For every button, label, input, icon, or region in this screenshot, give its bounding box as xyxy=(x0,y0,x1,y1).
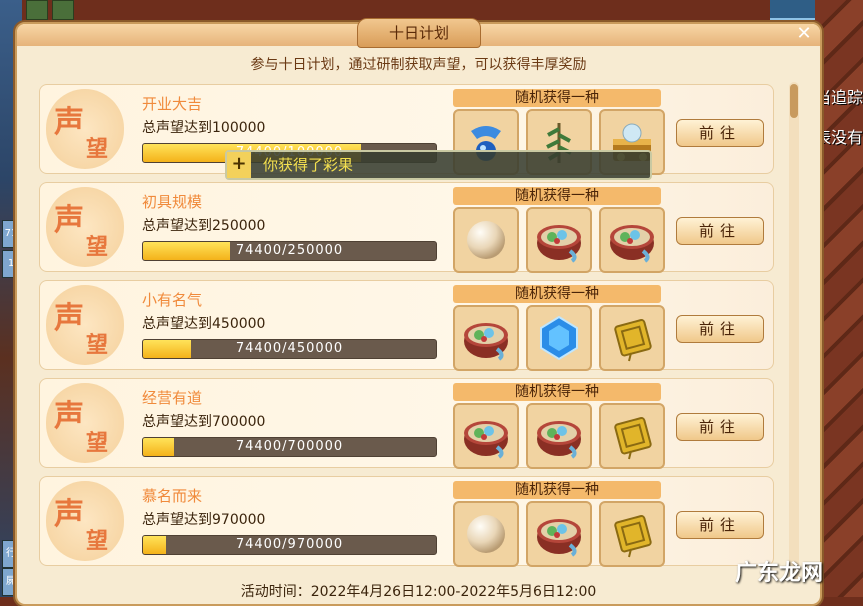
progress-bar: 74400/250000 xyxy=(142,241,437,261)
emblem-char: 声 xyxy=(54,399,84,434)
reputation-emblem: 声望 xyxy=(46,187,124,267)
go-button[interactable]: 前往 xyxy=(676,119,764,147)
reward-toast: + 你获得了彩果 xyxy=(225,150,652,180)
rewards-header: 随机获得一种 xyxy=(453,89,661,107)
reputation-emblem: 声望 xyxy=(46,481,124,561)
emblem-char: 望 xyxy=(86,430,109,456)
quest-tracker-text[interactable]: 当追踪 xyxy=(815,84,863,108)
reward-slot[interactable] xyxy=(453,207,519,273)
stage-name: 初具规模 xyxy=(142,193,203,211)
quest-tracker-text[interactable]: 表没有 xyxy=(815,124,863,148)
go-button[interactable]: 前往 xyxy=(676,315,764,343)
reputation-emblem: 声望 xyxy=(46,383,124,463)
gold-token-icon xyxy=(607,411,657,461)
reward-slot[interactable] xyxy=(599,403,665,469)
pearl-icon xyxy=(461,509,511,559)
rewards-header: 随机获得一种 xyxy=(453,285,661,303)
plan-row: 声望小有名气 总声望达到450000 74400/450000 随机获得一种 前往 xyxy=(39,280,774,371)
progress-bar: 74400/970000 xyxy=(142,535,437,555)
pearl-icon xyxy=(461,215,511,265)
reward-slot[interactable] xyxy=(526,501,592,567)
rewards-header: 随机获得一种 xyxy=(453,481,661,499)
reward-slot[interactable] xyxy=(526,305,592,371)
stage-name: 开业大吉 xyxy=(142,95,203,113)
gift-box-icon xyxy=(532,213,586,267)
blue-gem-icon xyxy=(534,313,584,363)
go-button[interactable]: 前往 xyxy=(676,511,764,539)
gold-token-icon xyxy=(607,509,657,559)
plus-icon: + xyxy=(227,152,251,178)
map-icon[interactable] xyxy=(52,0,74,20)
reputation-emblem: 声望 xyxy=(46,285,124,365)
go-button[interactable]: 前往 xyxy=(676,217,764,245)
reward-slot[interactable] xyxy=(599,501,665,567)
emblem-char: 望 xyxy=(86,136,109,162)
panel-subtitle: 参与十日计划，通过研制获取声望，可以获得丰厚奖励 xyxy=(250,57,587,73)
stage-goal: 总声望达到100000 xyxy=(142,120,266,136)
reputation-emblem: 声望 xyxy=(46,89,124,169)
stage-goal: 总声望达到250000 xyxy=(142,218,266,234)
stage-name: 慕名而来 xyxy=(142,487,203,505)
go-button[interactable]: 前往 xyxy=(676,413,764,441)
scroll-thumb[interactable] xyxy=(790,84,798,118)
emblem-char: 声 xyxy=(54,105,84,140)
stage-goal: 总声望达到970000 xyxy=(142,512,266,528)
progress-text: 74400/700000 xyxy=(235,439,344,454)
stage-goal: 总声望达到700000 xyxy=(142,414,266,430)
ten-day-plan-panel: 十日计划 ✕ 参与十日计划，通过研制获取声望，可以获得丰厚奖励 声望开业大吉 总声… xyxy=(15,18,822,606)
panel-title: 十日计划 xyxy=(357,18,481,48)
gift-box-icon xyxy=(532,507,586,561)
emblem-char: 望 xyxy=(86,234,109,260)
reward-slot[interactable] xyxy=(526,207,592,273)
reward-slot[interactable] xyxy=(453,403,519,469)
reward-slot[interactable] xyxy=(453,305,519,371)
progress-text: 74400/250000 xyxy=(235,243,344,258)
bag-icon[interactable] xyxy=(26,0,48,20)
stage-goal: 总声望达到450000 xyxy=(142,316,266,332)
reward-slot[interactable] xyxy=(526,403,592,469)
scrollbar[interactable] xyxy=(789,82,799,582)
gift-box-icon xyxy=(459,311,513,365)
gift-box-icon xyxy=(459,409,513,463)
stage-name: 经营有道 xyxy=(142,389,203,407)
plan-row: 声望经营有道 总声望达到700000 74400/700000 随机获得一种 前往 xyxy=(39,378,774,469)
gift-box-icon xyxy=(532,409,586,463)
emblem-char: 望 xyxy=(86,332,109,358)
emblem-char: 望 xyxy=(86,528,109,554)
activity-time: 活动时间：2022年4月26日12:00-2022年5月6日12:00 xyxy=(240,584,597,600)
stage-name: 小有名气 xyxy=(142,291,203,309)
reward-slot[interactable] xyxy=(599,305,665,371)
reward-slot[interactable] xyxy=(599,207,665,273)
plan-row: 声望初具规模 总声望达到250000 74400/250000 随机获得一种 前往 xyxy=(39,182,774,273)
emblem-char: 声 xyxy=(54,497,84,532)
progress-text: 74400/970000 xyxy=(235,537,344,552)
progress-bar: 74400/450000 xyxy=(142,339,437,359)
gift-box-icon xyxy=(605,213,659,267)
progress-text: 74400/450000 xyxy=(235,341,344,356)
rewards-header: 随机获得一种 xyxy=(453,187,661,205)
emblem-char: 声 xyxy=(54,203,84,238)
plan-row: 声望慕名而来 总声望达到970000 74400/970000 随机获得一种 前往 xyxy=(39,476,774,567)
reward-slot[interactable] xyxy=(453,501,519,567)
progress-bar: 74400/700000 xyxy=(142,437,437,457)
toast-message: 你获得了彩果 xyxy=(263,156,354,174)
emblem-char: 声 xyxy=(54,301,84,336)
rewards-header: 随机获得一种 xyxy=(453,383,661,401)
close-button[interactable]: ✕ xyxy=(794,24,814,44)
watermark: 广东龙网 xyxy=(735,561,824,586)
gold-token-icon xyxy=(607,313,657,363)
